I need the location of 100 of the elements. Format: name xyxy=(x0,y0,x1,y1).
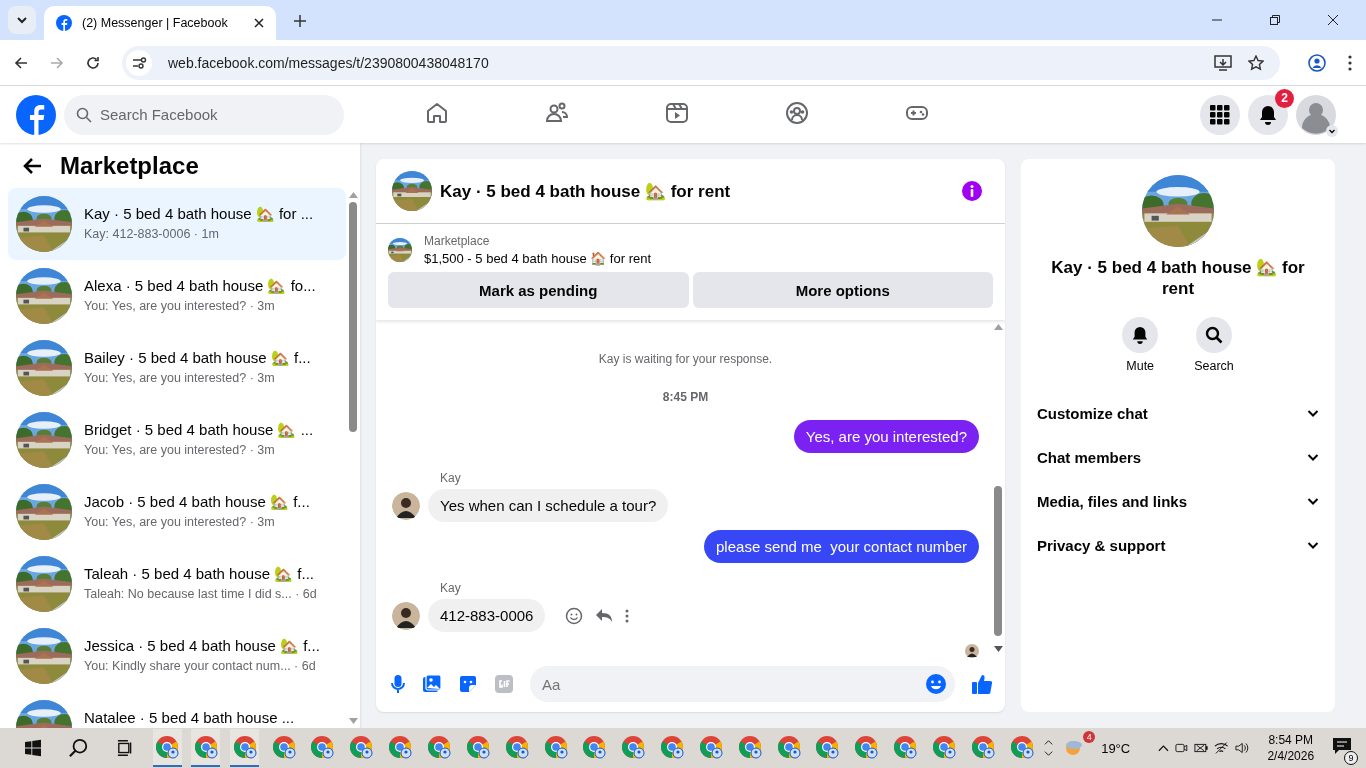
conversation-preview: Taleah: No because last time I did s... · 6d xyxy=(84,587,317,601)
chrome-taskbar-button[interactable] xyxy=(230,729,260,767)
sent-message: please send me your contact number xyxy=(704,530,979,563)
listing-action-button[interactable]: Mark as pending xyxy=(388,272,689,308)
back-icon[interactable] xyxy=(14,55,28,70)
search-icon xyxy=(1205,326,1223,344)
scroll-thumb[interactable] xyxy=(349,202,357,432)
scroll-up-icon[interactable] xyxy=(348,192,358,198)
chevron-up-icon[interactable] xyxy=(1158,744,1170,752)
account-button[interactable] xyxy=(1296,94,1336,135)
tab-search-button[interactable] xyxy=(8,6,36,34)
listing-description: $1,500 - 5 bed 4 bath house 🏠 for rent xyxy=(424,251,652,266)
chrome-icon xyxy=(737,735,762,759)
sent-message: Yes, are you interested? xyxy=(793,420,979,453)
chrome-icon xyxy=(931,735,956,759)
avatar-silhouette-icon xyxy=(1296,94,1336,135)
home-icon xyxy=(425,101,449,125)
notifications-button[interactable] xyxy=(1248,94,1288,135)
listing-action-button[interactable]: More options xyxy=(692,272,993,308)
groups-icon xyxy=(785,101,809,125)
chat-action-button[interactable] xyxy=(1122,317,1159,353)
chrome-icon xyxy=(465,735,490,759)
conversation-title: Alexa · 5 bed 4 bath house 🏡 fo... xyxy=(84,277,316,295)
conversation-preview: You: Yes, are you interested? · 3m xyxy=(84,515,276,529)
scroll-down-icon[interactable] xyxy=(993,646,1003,652)
chrome-icon xyxy=(310,735,335,759)
chevron-down-icon xyxy=(16,14,28,26)
conversation-item[interactable]: Jacob · 5 bed 4 bath house 🏡 f... You: Yes, are you interested? · 3m xyxy=(8,476,346,548)
emoji-reaction-icon[interactable] xyxy=(565,606,584,625)
chrome-taskbar-button[interactable] xyxy=(191,729,221,767)
section-header[interactable]: Privacy & support xyxy=(1037,523,1319,567)
section-header[interactable]: Customize chat xyxy=(1037,391,1319,435)
search-icon[interactable] xyxy=(69,737,90,759)
facebook-logo[interactable] xyxy=(16,94,56,135)
notification-center-icon[interactable] xyxy=(1332,737,1353,755)
reply-icon[interactable] xyxy=(595,607,614,624)
reload-icon[interactable] xyxy=(86,55,100,70)
chrome-icon xyxy=(349,735,374,759)
conversation-title: Bailey · 5 bed 4 bath house 🏡 f... xyxy=(84,349,311,367)
info-icon[interactable] xyxy=(961,180,983,202)
wifi-icon[interactable] xyxy=(1214,741,1229,755)
chrome-icon xyxy=(854,735,879,759)
volume-icon[interactable] xyxy=(1234,741,1250,755)
message-input[interactable]: Aa xyxy=(530,666,955,702)
image-icon[interactable] xyxy=(422,674,442,694)
video-icon xyxy=(665,101,689,125)
conversation-item[interactable]: Kay · 5 bed 4 bath house 🏡 for ... Kay: 412-883-0006 · 1m xyxy=(8,188,346,260)
chat-title: Kay · 5 bed 4 bath house 🏡 for rent xyxy=(440,180,731,202)
conversation-preview: Kay: 412-883-0006 · 1m xyxy=(84,227,220,241)
windows-start-icon[interactable] xyxy=(25,739,42,757)
conversation-preview: You: Yes, are you interested? · 3m xyxy=(84,371,276,385)
conversation-name: Kay · 5 bed 4 bath house 🏡 for rent xyxy=(1050,257,1306,299)
thumbs-up-icon[interactable] xyxy=(971,673,993,695)
temperature: 19°C xyxy=(1101,740,1131,756)
new-tab-icon[interactable] xyxy=(294,15,306,27)
scroll-up-icon[interactable] xyxy=(993,324,1003,330)
profile-icon[interactable] xyxy=(1308,53,1326,72)
battery-icon[interactable] xyxy=(1193,742,1209,754)
chat-action-button[interactable] xyxy=(1196,317,1232,353)
sender-name: Kay xyxy=(440,471,462,485)
section-header[interactable]: Chat members xyxy=(1037,435,1319,479)
facebook-icon xyxy=(56,15,72,31)
microphone-icon[interactable] xyxy=(390,674,406,694)
more-icon[interactable] xyxy=(625,608,630,623)
emoji-icon[interactable] xyxy=(925,673,947,695)
action-label: Mute xyxy=(1126,359,1155,373)
task-view-icon[interactable] xyxy=(117,739,134,757)
conversation-item[interactable]: Jessica · 5 bed 4 bath house 🏡 f... You: Kindly share your contact num... · 6d xyxy=(8,620,346,692)
conversation-title: Taleah · 5 bed 4 bath house 🏡 f... xyxy=(84,565,315,583)
back-arrow-icon[interactable] xyxy=(22,156,42,175)
install-app-icon[interactable] xyxy=(1214,54,1232,71)
menu-button[interactable] xyxy=(1200,94,1240,135)
conversation-item[interactable]: Bridget · 5 bed 4 bath house 🏡 ... You: Yes, are you interested? · 3m xyxy=(8,404,346,476)
chrome-icon xyxy=(1009,735,1034,759)
bell-icon xyxy=(1258,104,1278,125)
camera-icon[interactable] xyxy=(1175,741,1188,755)
chrome-icon xyxy=(271,735,296,759)
scroll-thumb[interactable] xyxy=(994,486,1002,636)
browser-tab[interactable]: (2) Messenger | Facebook xyxy=(44,6,276,40)
conversation-item[interactable]: Taleah · 5 bed 4 bath house 🏡 f... Taleah: No because last time I did s... · 6d xyxy=(8,548,346,620)
conversation-item[interactable]: Alexa · 5 bed 4 bath house 🏡 fo... You: Yes, are you interested? · 3m xyxy=(8,260,346,332)
address-field[interactable]: web.facebook.com/messages/t/2390800438048170 xyxy=(122,45,1280,80)
star-icon[interactable] xyxy=(1248,54,1264,71)
more-icon[interactable] xyxy=(1348,54,1352,71)
chevron-down-icon xyxy=(1326,124,1338,137)
close-icon[interactable] xyxy=(1328,15,1338,25)
sticker-icon[interactable] xyxy=(458,674,478,694)
chrome-taskbar-button[interactable] xyxy=(152,729,182,767)
restore-icon[interactable] xyxy=(1270,15,1280,25)
conversation-preview: You: Yes, are you interested? · 3m xyxy=(84,299,276,313)
search-field[interactable]: Search Facebook xyxy=(64,94,344,135)
tab-title: (2) Messenger | Facebook xyxy=(82,16,229,30)
conversation-preview: You: Kindly share your contact num... · 6d xyxy=(84,659,317,673)
close-icon[interactable] xyxy=(254,18,264,28)
received-message: Yes when can I schedule a tour? xyxy=(428,489,669,522)
conversation-item[interactable]: Bailey · 5 bed 4 bath house 🏡 f... You: Yes, are you interested? · 3m xyxy=(8,332,346,404)
section-header[interactable]: Media, files and links xyxy=(1037,479,1319,523)
chrome-icon xyxy=(504,735,529,759)
conversation-title: Jacob · 5 bed 4 bath house 🏡 f... xyxy=(84,493,310,511)
site-settings-icon[interactable] xyxy=(126,49,152,76)
